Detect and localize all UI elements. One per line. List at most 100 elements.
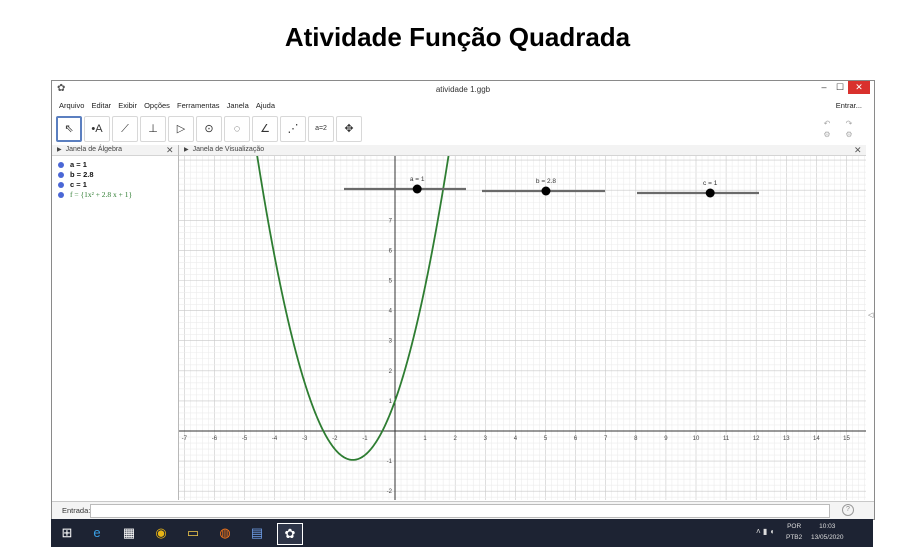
x-tick-label: -4 <box>272 436 278 442</box>
page-title: Atividade Função Quadrada <box>284 22 631 52</box>
help-icon[interactable]: ? <box>842 504 854 516</box>
close-icon[interactable]: ✕ <box>854 145 862 155</box>
system-tray: ˄ ▮ ◖ <box>756 527 774 536</box>
x-tick-label: -2 <box>332 436 338 442</box>
clock[interactable]: 10:03 13/05/2020 <box>811 521 844 543</box>
x-tick-label: -6 <box>212 436 218 442</box>
menu-ajuda[interactable]: Ajuda <box>256 101 275 110</box>
conic-tool-icon[interactable]: ◌ <box>224 116 250 142</box>
geogebra-window: ✿ atividade 1.ggb – ☐ ✕ Arquivo Editar E… <box>51 80 875 520</box>
x-tick-label: -7 <box>182 436 188 442</box>
windows-start-icon[interactable]: ⊞ <box>55 523 79 543</box>
graph-canvas[interactable]: -7 -6 -5 -4 -3 -2 -1 1 2 3 4 5 6 7 8 9 10 11 12 13 14 15-2-11… <box>179 156 866 500</box>
algebra-item-text: b = 2.8 <box>70 170 94 179</box>
point-tool-icon[interactable]: •A <box>84 116 110 142</box>
taskbar: ⊞ e ▦ ◉ ▭ ◍ ▤ ✿ ˄ ▮ ◖ POR PTB2 10:03 13/… <box>51 519 873 547</box>
clock-date: 13/05/2020 <box>811 534 844 541</box>
menu-editar[interactable]: Editar <box>92 101 112 110</box>
language-indicator[interactable]: POR PTB2 <box>786 521 802 543</box>
x-tick-label: 14 <box>813 436 820 442</box>
y-tick-label: 5 <box>389 279 393 285</box>
algebra-item-text: c = 1 <box>70 180 87 189</box>
file-icon[interactable]: ▦ <box>117 523 141 543</box>
menu-ferramentas[interactable]: Ferramentas <box>177 101 220 110</box>
settings-icon[interactable]: ⚙ <box>822 130 832 139</box>
word-icon[interactable]: ▤ <box>245 523 269 543</box>
login-link[interactable]: Entrar... <box>836 101 862 110</box>
x-tick-label: 11 <box>723 436 730 442</box>
algebra-item-f[interactable]: f = {1x² + 2.8 x + 1} <box>58 190 132 199</box>
slider-knob[interactable] <box>541 186 551 196</box>
keyboard-layout: PTB2 <box>786 534 803 541</box>
minimize-button[interactable]: – <box>817 81 831 94</box>
chrome-icon[interactable]: ◉ <box>149 523 173 543</box>
slider-tool-icon[interactable]: a=2 <box>308 116 334 142</box>
reflect-tool-icon[interactable]: ⋰ <box>280 116 306 142</box>
algebra-item-b[interactable]: b = 2.8 <box>58 170 94 179</box>
close-button[interactable]: ✕ <box>848 81 870 94</box>
y-tick-label: 1 <box>389 399 393 405</box>
graphics-panel-title: Janela de Visualização <box>192 146 265 153</box>
slider-knob[interactable] <box>705 188 715 198</box>
slider-knob[interactable] <box>412 184 422 194</box>
x-tick-label: -5 <box>242 436 248 442</box>
y-tick-label: 6 <box>389 248 393 254</box>
collapse-arrow-icon[interactable]: ▶ <box>57 147 62 153</box>
y-tick-label: 7 <box>389 218 393 224</box>
polygon-tool-icon[interactable]: ▷ <box>168 116 194 142</box>
y-tick-label: 2 <box>389 369 393 375</box>
network-icon[interactable]: ▮ <box>763 527 767 536</box>
side-panel-handle-icon[interactable]: ◁ <box>868 311 873 319</box>
visibility-dot-icon[interactable] <box>58 182 64 189</box>
x-tick-label: 13 <box>783 436 790 442</box>
algebra-item-c[interactable]: c = 1 <box>58 180 87 189</box>
x-tick-label: 15 <box>843 436 850 442</box>
menu-bar: Arquivo Editar Exibir Opções Ferramentas… <box>52 100 874 112</box>
y-tick-label: -2 <box>387 489 393 495</box>
graphics-panel-header: ▶ Janela de Visualização ✕ <box>179 145 866 156</box>
ie-icon[interactable]: e <box>85 523 109 543</box>
settings-icon-2[interactable]: ⚙ <box>844 130 854 139</box>
y-tick-label: 3 <box>389 339 393 345</box>
algebra-item-text: a = 1 <box>70 160 87 169</box>
visibility-dot-icon[interactable] <box>58 192 64 199</box>
geogebra-taskbar-icon[interactable]: ✿ <box>277 523 303 545</box>
angle-tool-icon[interactable]: ∠ <box>252 116 278 142</box>
algebra-panel-header: ▶ Janela de Álgebra ✕ <box>52 145 178 156</box>
move-view-tool-icon[interactable]: ✥ <box>336 116 362 142</box>
close-icon[interactable]: ✕ <box>166 145 174 155</box>
menu-exibir[interactable]: Exibir <box>118 101 137 110</box>
clock-time: 10:03 <box>819 523 836 530</box>
circle-tool-icon[interactable]: ⊙ <box>196 116 222 142</box>
algebra-item-text: f = {1x² + 2.8 x + 1} <box>70 190 133 199</box>
menu-opcoes[interactable]: Opções <box>144 101 170 110</box>
x-tick-label: 10 <box>693 436 700 442</box>
folder-icon[interactable]: ▭ <box>181 523 205 543</box>
undo-icon[interactable]: ↶ <box>822 119 832 128</box>
volume-icon[interactable]: ◖ <box>770 527 775 536</box>
x-tick-label: -1 <box>362 436 368 442</box>
visibility-dot-icon[interactable] <box>58 172 64 179</box>
move-tool-icon[interactable]: ⇖ <box>56 116 82 142</box>
algebra-item-a[interactable]: a = 1 <box>58 160 87 169</box>
window-title: atividade 1.ggb <box>435 85 491 94</box>
slider-label: a = 1 <box>410 176 425 183</box>
perpendicular-tool-icon[interactable]: ⊥ <box>140 116 166 142</box>
line-tool-icon[interactable]: ⟋ <box>112 116 138 142</box>
y-tick-label: 4 <box>389 309 393 315</box>
slider-label: b = 2.8 <box>536 178 556 185</box>
input-field[interactable] <box>90 504 830 518</box>
collapse-arrow-icon[interactable]: ▶ <box>184 147 189 153</box>
algebra-panel: ▶ Janela de Álgebra ✕ a = 1 b = 2.8 c = 1… <box>52 145 179 500</box>
x-tick-label: 12 <box>753 436 760 442</box>
tray-arrow-icon[interactable]: ˄ <box>756 527 761 536</box>
input-label: Entrada: <box>62 506 91 515</box>
slider-label: c = 1 <box>703 180 718 187</box>
redo-icon[interactable]: ↷ <box>844 119 854 128</box>
menu-arquivo[interactable]: Arquivo <box>59 101 84 110</box>
visibility-dot-icon[interactable] <box>58 162 64 169</box>
maximize-button[interactable]: ☐ <box>833 81 847 94</box>
graphics-panel: ▶ Janela de Visualização ✕ -7 -6 -5 -4 -3 -2 -1… <box>179 145 866 500</box>
firefox-icon[interactable]: ◍ <box>213 523 237 543</box>
menu-janela[interactable]: Janela <box>227 101 249 110</box>
